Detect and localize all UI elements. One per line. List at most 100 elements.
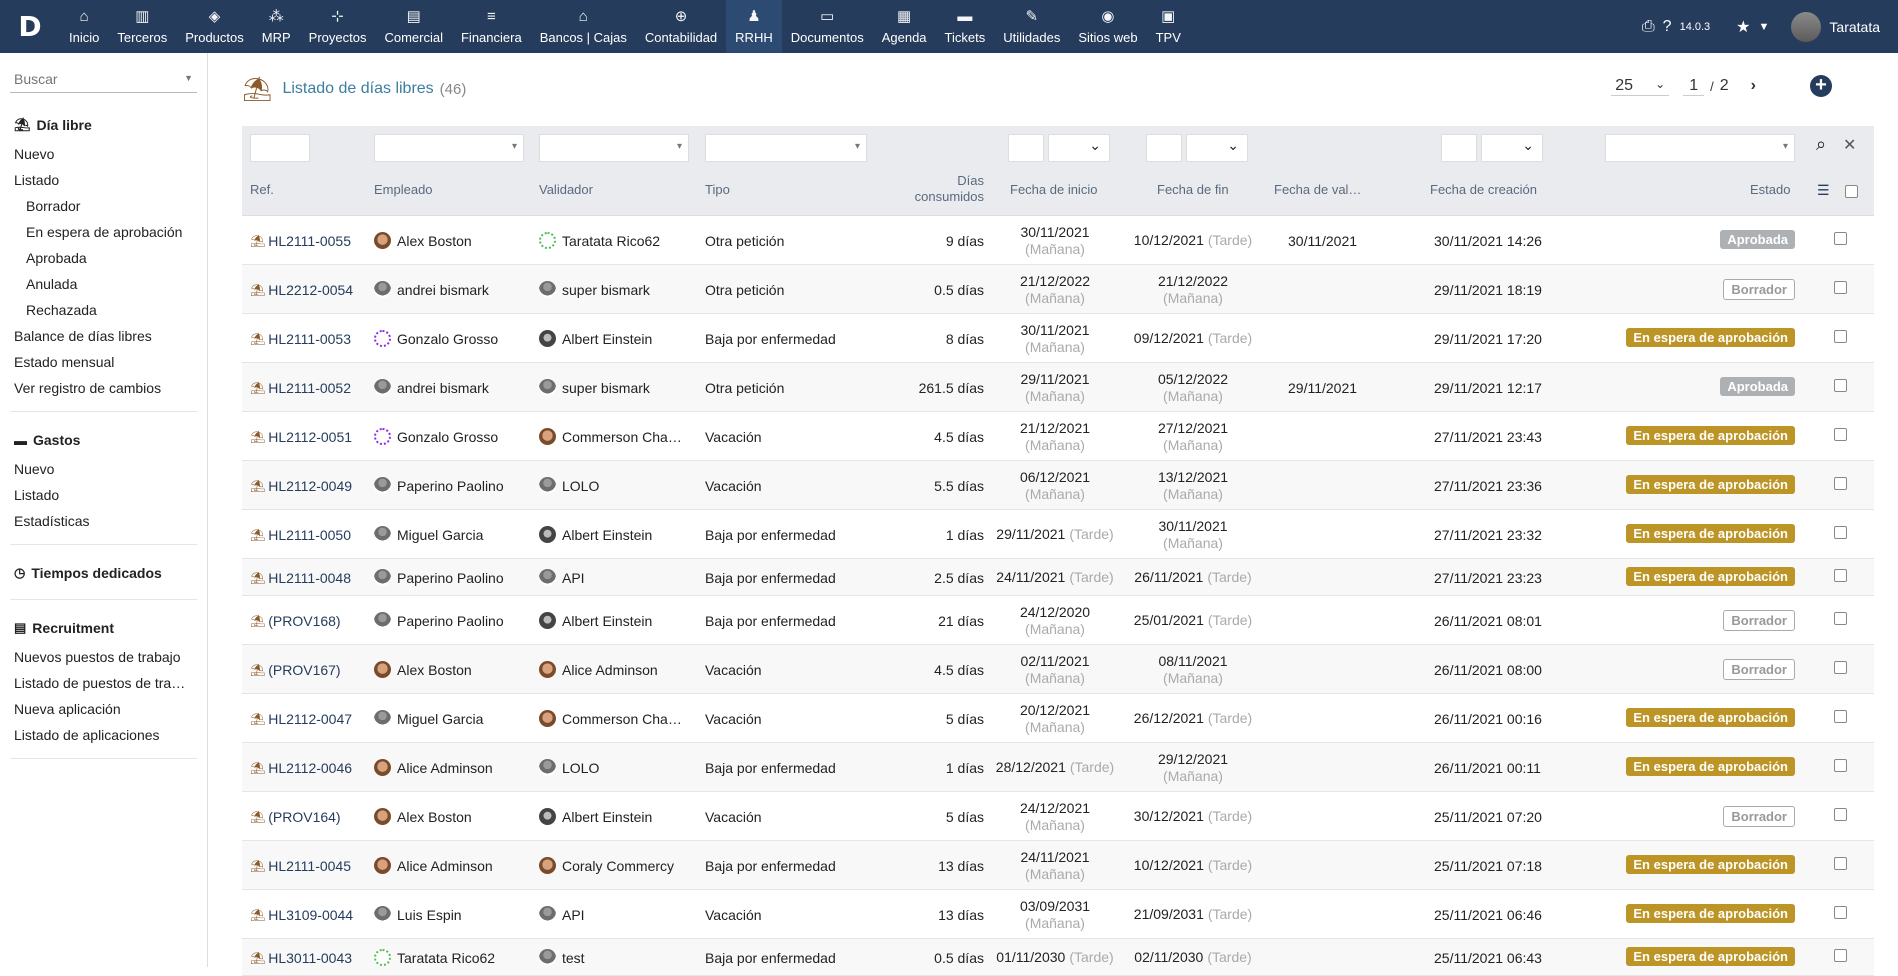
validator-link[interactable]: Coraly Commercy	[539, 841, 674, 890]
employee-link[interactable]: Paperino Paolino	[374, 461, 504, 510]
employee-link[interactable]: andrei bismark	[374, 363, 489, 412]
employee-link[interactable]: Paperino Paolino	[374, 559, 504, 596]
filter-end-day-input[interactable]	[1146, 134, 1182, 162]
validator-link[interactable]: super bismark	[539, 265, 650, 314]
sidebar-search[interactable]: ▼	[10, 67, 197, 93]
sidebar-item[interactable]: Listado	[14, 482, 197, 508]
print-icon[interactable]: ⎙	[1642, 18, 1655, 36]
filter-start-day-input[interactable]	[1008, 134, 1044, 162]
validator-link[interactable]: LOLO	[539, 461, 599, 510]
col-type[interactable]: Tipo	[705, 182, 730, 197]
table-row[interactable]: ⛱ HL2111-0053 Gonzalo Grosso Albert Einstei…	[242, 314, 1874, 363]
menu-item-14[interactable]: ◉ Sitios web	[1069, 0, 1146, 53]
employee-link[interactable]: Miguel Garcia	[374, 694, 483, 743]
employee-link[interactable]: Miguel Garcia	[374, 510, 483, 559]
table-row[interactable]: ⛱ HL3011-0043 Taratata Rico62 test Baja por …	[242, 939, 1874, 976]
sidebar-group-title[interactable]: ◷ Tiempos dedicados	[14, 565, 197, 581]
col-employee[interactable]: Empleado	[374, 182, 433, 197]
menu-item-12[interactable]: ▬ Tickets	[936, 0, 995, 53]
table-row[interactable]: ⛱ HL2111-0045 Alice Adminson Coraly Commerc…	[242, 841, 1874, 890]
search-input[interactable]	[10, 67, 180, 91]
employee-link[interactable]: Luis Espin	[374, 890, 462, 939]
col-ref[interactable]: Ref.	[250, 182, 274, 197]
chevron-down-icon[interactable]: ▼	[1759, 21, 1770, 33]
table-row[interactable]: ⛱ HL3109-0044 Luis Espin API Vacación 13 días…	[242, 890, 1874, 939]
table-row[interactable]: ⛱ (PROV167) Alex Boston Alice Adminson Vacac…	[242, 645, 1874, 694]
table-row[interactable]: ⛱ HL2111-0055 Alex Boston Taratata Rico62 Ot…	[242, 216, 1874, 265]
menu-item-15[interactable]: ▣ TPV	[1147, 0, 1190, 53]
menu-item-13[interactable]: ✎ Utilidades	[994, 0, 1069, 53]
menu-item-1[interactable]: ▥ Terceros	[108, 0, 176, 53]
table-row[interactable]: ⛱ HL2112-0046 Alice Adminson LOLO Baja por e…	[242, 743, 1874, 792]
sidebar-item[interactable]: Estadísticas	[14, 508, 197, 534]
employee-link[interactable]: Taratata Rico62	[374, 939, 495, 976]
search-icon[interactable]: ⌕	[1816, 134, 1826, 155]
sidebar-item[interactable]: Borrador	[26, 193, 197, 219]
col-status[interactable]: Estado	[1750, 182, 1790, 197]
filter-start-month-select[interactable]	[1048, 134, 1110, 162]
validator-link[interactable]: super bismark	[539, 363, 650, 412]
row-checkbox[interactable]	[1834, 568, 1847, 582]
validator-link[interactable]: Albert Einstein	[539, 792, 652, 841]
filter-validator-select[interactable]	[539, 134, 689, 162]
sidebar-item[interactable]: Aprobada	[26, 245, 197, 271]
row-checkbox[interactable]	[1834, 758, 1847, 772]
col-start-date[interactable]: Fecha de inicio	[1010, 182, 1097, 197]
menu-item-3[interactable]: ⁂ MRP	[253, 0, 300, 53]
sidebar-item[interactable]: Balance de días libres	[14, 323, 197, 349]
ref-link[interactable]: ⛱ HL2112-0049	[250, 461, 352, 510]
table-row[interactable]: ⛱ HL2111-0050 Miguel Garcia Albert Einstein…	[242, 510, 1874, 559]
sidebar-group-title[interactable]: ⛱ Día libre	[14, 117, 197, 133]
filter-status-select[interactable]	[1605, 134, 1795, 162]
ref-link[interactable]: ⛱ HL2112-0046	[250, 743, 352, 792]
row-checkbox[interactable]	[1834, 611, 1847, 625]
ref-link[interactable]: ⛱ HL2111-0052	[250, 363, 351, 412]
sidebar-item[interactable]: Rechazada	[26, 297, 197, 323]
employee-link[interactable]: Alice Adminson	[374, 841, 493, 890]
employee-link[interactable]: Alex Boston	[374, 216, 472, 265]
ref-link[interactable]: ⛱ HL2112-0051	[250, 412, 352, 461]
ref-link[interactable]: ⛱ HL2111-0053	[250, 314, 351, 363]
validator-link[interactable]: LOLO	[539, 743, 599, 792]
ref-link[interactable]: ⛱ (PROV168)	[250, 596, 341, 645]
ref-link[interactable]: ⛱ (PROV167)	[250, 645, 341, 694]
page-size-select[interactable]: 25 ⌄	[1611, 77, 1670, 96]
table-row[interactable]: ⛱ HL2112-0047 Miguel Garcia Commerson Cha… V…	[242, 694, 1874, 743]
user-name[interactable]: Taratata	[1829, 19, 1880, 35]
add-new-button[interactable]: +	[1810, 75, 1832, 97]
validator-link[interactable]: Alice Adminson	[539, 645, 658, 694]
validator-link[interactable]: Albert Einstein	[539, 510, 652, 559]
row-checkbox[interactable]	[1834, 525, 1847, 539]
chevron-down-icon[interactable]: ▼	[184, 73, 193, 83]
filter-created-day-input[interactable]	[1441, 134, 1477, 162]
sidebar-item[interactable]: Nuevos puestos de trabajo	[14, 644, 197, 670]
row-checkbox[interactable]	[1834, 660, 1847, 674]
row-checkbox[interactable]	[1834, 905, 1847, 919]
ref-link[interactable]: ⛱ HL2111-0048	[250, 559, 351, 596]
page-number-input[interactable]: 1	[1683, 77, 1705, 96]
row-checkbox[interactable]	[1834, 231, 1847, 245]
sidebar-item[interactable]: Ver registro de cambios	[14, 375, 197, 401]
sidebar-item[interactable]: Listado	[14, 167, 197, 193]
table-row[interactable]: ⛱ (PROV164) Alex Boston Albert Einstein Vaca…	[242, 792, 1874, 841]
table-row[interactable]: ⛱ HL2112-0051 Gonzalo Grosso Commerson Cha……	[242, 412, 1874, 461]
table-row[interactable]: ⛱ HL2112-0049 Paperino Paolino LOLO Vacación…	[242, 461, 1874, 510]
bookmark-star-icon[interactable]: ★	[1736, 17, 1750, 37]
menu-item-6[interactable]: ≡ Financiera	[452, 0, 531, 53]
table-row[interactable]: ⛱ HL2111-0048 Paperino Paolino API Baja por …	[242, 559, 1874, 596]
row-checkbox[interactable]	[1834, 378, 1847, 392]
row-checkbox[interactable]	[1834, 948, 1847, 962]
sidebar-item[interactable]: Nuevo	[14, 141, 197, 167]
row-checkbox[interactable]	[1834, 709, 1847, 723]
validator-link[interactable]: test	[539, 939, 585, 976]
sidebar-group-title[interactable]: ▤ Recruitment	[14, 620, 197, 636]
sidebar-item[interactable]: En espera de aprobación	[26, 219, 197, 245]
filter-type-select[interactable]	[705, 134, 867, 162]
col-created-date[interactable]: Fecha de creación	[1430, 182, 1537, 197]
table-row[interactable]: ⛱ (PROV168) Paperino Paolino Albert Einstei…	[242, 596, 1874, 645]
row-checkbox[interactable]	[1834, 807, 1847, 821]
validator-link[interactable]: Taratata Rico62	[539, 216, 660, 265]
sidebar-item[interactable]: Nueva aplicación	[14, 696, 197, 722]
employee-link[interactable]: andrei bismark	[374, 265, 489, 314]
app-logo[interactable]: D	[0, 0, 60, 53]
